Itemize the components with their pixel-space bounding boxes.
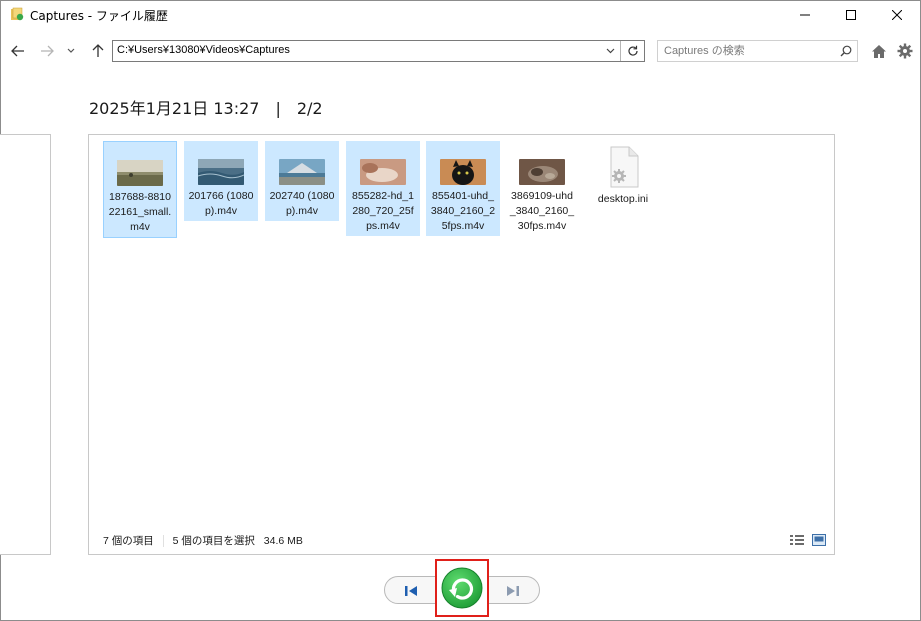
search-input[interactable] bbox=[658, 41, 836, 61]
recent-locations-button[interactable] bbox=[61, 41, 81, 61]
file-item[interactable]: 202740 (1080p).m4v bbox=[265, 141, 339, 221]
search-icon bbox=[840, 45, 852, 57]
previous-version-button[interactable] bbox=[401, 583, 421, 599]
file-item[interactable]: 201766 (1080p).m4v bbox=[184, 141, 258, 221]
restore-icon bbox=[441, 567, 483, 609]
large-icons-view-icon[interactable] bbox=[812, 534, 826, 546]
search-box[interactable] bbox=[657, 40, 858, 62]
close-icon bbox=[892, 10, 902, 20]
refresh-button[interactable] bbox=[620, 41, 644, 61]
maximize-button[interactable] bbox=[828, 1, 874, 29]
window-title: Captures - ファイル履歴 bbox=[30, 9, 168, 23]
minimize-button[interactable] bbox=[782, 1, 828, 29]
next-icon bbox=[507, 586, 519, 596]
file-list-panel: 187688-881022161_small.m4v 201766 (1080p… bbox=[88, 134, 835, 555]
ocean-waves-thumbnail bbox=[198, 159, 244, 185]
selection-count: 5 個の項目を選択 bbox=[172, 535, 255, 547]
sleeping-cat-thumbnail bbox=[360, 159, 406, 185]
selection-size: 34.6 MB bbox=[263, 535, 303, 547]
title-bar: Captures - ファイル履歴 bbox=[1, 1, 920, 29]
item-count: 7 個の項目 bbox=[103, 535, 154, 547]
home-icon bbox=[872, 44, 886, 58]
snapshot-heading: 2025年1月21日 13:27 | 2/2 bbox=[89, 99, 323, 118]
search-button[interactable] bbox=[838, 43, 854, 59]
file-name: desktop.ini bbox=[597, 193, 649, 205]
tabby-cat-thumbnail bbox=[519, 159, 565, 185]
address-bar[interactable]: C:¥Users¥13080¥Videos¥Captures bbox=[112, 40, 645, 62]
gear-icon bbox=[897, 43, 913, 59]
forward-button[interactable] bbox=[37, 41, 57, 61]
up-button[interactable] bbox=[88, 41, 108, 61]
settings-button[interactable] bbox=[895, 41, 915, 61]
file-name: 187688-881022161_small.m4v bbox=[108, 191, 172, 233]
mountain-lake-thumbnail bbox=[279, 159, 325, 185]
previous-snapshot-panel[interactable] bbox=[0, 134, 51, 555]
status-bar: 7 個の項目 5 個の項目を選択 34.6 MB bbox=[103, 533, 303, 548]
home-button[interactable] bbox=[869, 41, 889, 61]
minimize-icon bbox=[800, 14, 810, 16]
close-button[interactable] bbox=[874, 1, 920, 29]
chevron-down-icon bbox=[606, 48, 614, 54]
file-item[interactable]: desktop.ini bbox=[586, 141, 660, 209]
file-item[interactable]: 855401-uhd_3840_2160_25fps.m4v bbox=[426, 141, 500, 236]
file-name: 202740 (1080p).m4v bbox=[269, 190, 335, 217]
file-history-app-icon bbox=[11, 7, 24, 21]
previous-icon bbox=[405, 586, 417, 596]
details-view-icon[interactable] bbox=[790, 534, 804, 546]
settings-file-icon bbox=[610, 146, 639, 188]
black-cat-thumbnail bbox=[440, 159, 486, 185]
back-button[interactable] bbox=[8, 41, 28, 61]
restore-button[interactable] bbox=[440, 565, 484, 611]
address-path: C:¥Users¥13080¥Videos¥Captures bbox=[117, 44, 290, 56]
refresh-icon bbox=[627, 45, 638, 56]
file-item[interactable]: 187688-881022161_small.m4v bbox=[103, 141, 177, 238]
file-history-window: Captures - ファイル履歴 C:¥Users¥13080¥Videos¥… bbox=[0, 0, 921, 621]
landscape-field-thumbnail bbox=[117, 160, 163, 186]
navigation-bar: C:¥Users¥13080¥Videos¥Captures bbox=[1, 37, 920, 65]
maximize-icon bbox=[846, 10, 856, 20]
file-name: 201766 (1080p).m4v bbox=[188, 190, 254, 217]
file-name: 3869109-uhd_3840_2160_30fps.m4v bbox=[509, 190, 575, 232]
file-item[interactable]: 3869109-uhd_3840_2160_30fps.m4v bbox=[505, 141, 579, 236]
file-name: 855282-hd_1280_720_25fps.m4v bbox=[352, 190, 414, 232]
address-dropdown-button[interactable] bbox=[600, 41, 620, 61]
chevron-down-icon bbox=[67, 48, 75, 53]
status-divider bbox=[162, 535, 164, 548]
arrow-left-icon bbox=[11, 45, 24, 57]
file-name: 855401-uhd_3840_2160_25fps.m4v bbox=[430, 190, 496, 232]
next-version-button[interactable] bbox=[503, 583, 523, 599]
file-item[interactable]: 855282-hd_1280_720_25fps.m4v bbox=[346, 141, 420, 236]
arrow-up-icon bbox=[92, 44, 104, 57]
arrow-right-icon bbox=[41, 45, 54, 57]
restore-button-highlight bbox=[435, 559, 489, 617]
